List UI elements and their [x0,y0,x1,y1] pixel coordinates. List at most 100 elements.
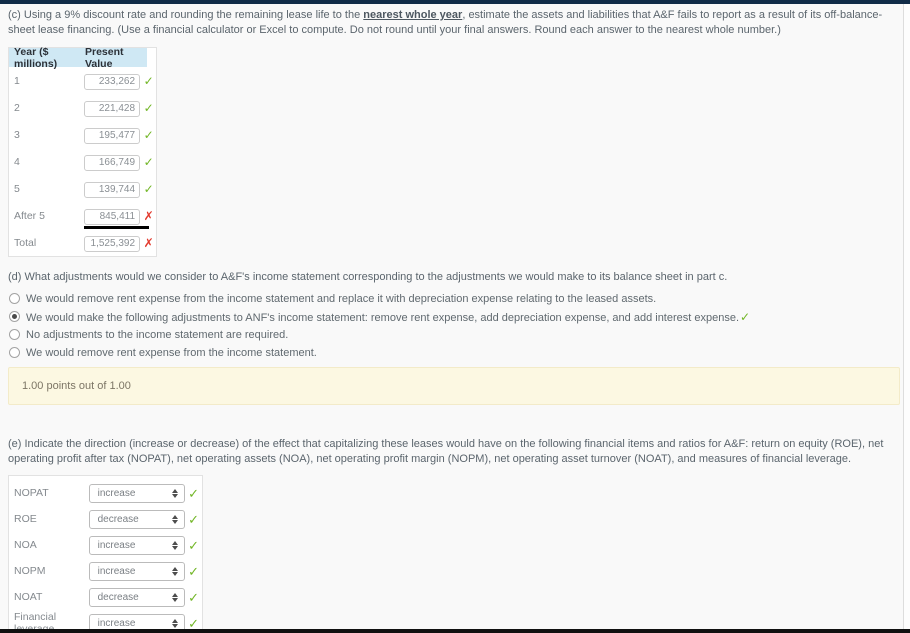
ratio-label: NOAT [14,591,43,603]
radio-option-label: No adjustments to the income statement a… [26,329,289,341]
incorrect-x-icon: ✗ [143,235,154,250]
correct-check-icon: ✓ [143,127,154,142]
ratio-label: NOPAT [14,487,49,499]
present-value-input-1[interactable] [84,73,141,90]
correct-check-icon: ✓ [188,615,199,631]
part-c-question: (c) Using a 9% discount rate and roundin… [8,8,900,38]
present-value-input-3[interactable] [84,127,141,144]
row-label: 1 [14,74,20,87]
nopm-direction-select[interactable]: increase [88,561,186,581]
correct-check-icon: ✓ [143,100,154,115]
select-stepper-icon [172,592,179,602]
part-d-question: (d) What adjustments would we consider t… [8,271,728,283]
radio-option-text: We would make the following adjustments … [26,312,740,324]
points-feedback-text: 1.00 points out of 1.00 [22,380,131,392]
column-header-result [147,48,156,67]
radio-option-2[interactable]: We would make the following adjustments … [8,310,895,325]
select-stepper-icon [172,514,179,524]
ratio-label: NOA [14,539,37,551]
radio-option-label: We would make the following adjustments … [26,310,750,325]
correct-check-icon: ✓ [188,485,199,501]
ratio-row-noa: NOA increase ✓ [9,532,202,558]
radio-button-unselected[interactable] [9,293,20,304]
radio-option-4[interactable]: We would remove rent expense from the in… [8,346,895,361]
present-value-input-total[interactable] [84,235,141,252]
ratio-label: ROE [14,513,37,525]
input-cell [84,152,141,171]
radio-option-3[interactable]: No adjustments to the income statement a… [8,328,895,343]
correct-check-icon: ✓ [740,310,751,324]
input-cell [84,125,141,144]
ratio-label: NOPM [14,565,46,577]
radio-button-unselected[interactable] [9,347,20,358]
table-row-year-4: 4 ✓ [9,148,156,175]
ratio-row-noat: NOAT decrease ✓ [9,584,202,610]
row-label: 5 [14,182,20,195]
row-label: Total [14,236,37,249]
ratio-effect-table: NOPAT increase ✓ ROE decrease ✓ NOA incr… [8,475,203,633]
selected-value: increase [97,539,136,551]
ratio-row-roe: ROE decrease ✓ [9,506,202,532]
present-value-input-2[interactable] [84,100,141,117]
present-value-table: Year ($ millions) Present Value 1 ✓ 2 ✓ [8,46,157,257]
input-cell [84,71,141,90]
radio-option-label: We would remove rent expense from the in… [26,293,657,305]
column-header-year: Year ($ millions) [9,46,85,70]
table-row-year-3: 3 ✓ [9,121,156,148]
select-stepper-icon [172,566,179,576]
part-e-question: (e) Indicate the direction (increase or … [8,438,884,465]
present-value-input-4[interactable] [84,154,141,171]
present-value-table-header: Year ($ millions) Present Value [9,46,156,70]
bottom-border-bar [0,629,910,633]
row-label: 3 [14,128,20,141]
correct-check-icon: ✓ [143,154,154,169]
table-row-year-1: 1 ✓ [9,67,156,94]
input-cell [84,98,141,117]
column-header-present-value: Present Value [85,46,147,70]
table-row-after-5: After 5 ✗ [9,202,156,229]
selected-value: increase [97,487,136,499]
select-stepper-icon [172,618,179,628]
radio-button-unselected[interactable] [9,329,20,340]
input-cell [84,233,141,252]
noat-direction-select[interactable]: decrease [88,587,186,607]
question-content: (c) Using a 9% discount rate and roundin… [0,4,903,633]
row-label: 2 [14,101,20,114]
noa-direction-select[interactable]: increase [88,535,186,555]
table-row-year-2: 2 ✓ [9,94,156,121]
selected-value: increase [97,565,136,577]
top-border-bar [0,0,910,4]
radio-option-1[interactable]: We would remove rent expense from the in… [8,292,895,307]
incorrect-x-icon: ✗ [143,208,154,223]
ratio-row-nopm: NOPM increase ✓ [9,558,202,584]
right-edge-strip [903,4,910,633]
correct-check-icon: ✓ [188,563,199,579]
selected-value: decrease [97,513,139,525]
table-row-year-5: 5 ✓ [9,175,156,202]
ratio-row-nopat: NOPAT increase ✓ [9,480,202,506]
selected-value: increase [97,617,136,629]
radio-button-selected[interactable] [9,311,20,322]
input-cell [84,179,141,198]
select-stepper-icon [172,540,179,550]
select-stepper-icon [172,488,179,498]
nopat-direction-select[interactable]: increase [88,483,186,503]
correct-check-icon: ✓ [188,537,199,553]
present-value-input-5[interactable] [84,181,141,198]
correct-check-icon: ✓ [143,73,154,88]
present-value-input-after-5[interactable] [84,208,141,225]
points-feedback-box: 1.00 points out of 1.00 [8,367,900,405]
row-label: After 5 [14,209,45,222]
table-row-total: Total ✗ [9,229,156,256]
part-c-question-prefix: (c) Using a 9% discount rate and roundin… [8,9,364,21]
selected-value: decrease [97,591,139,603]
roe-direction-select[interactable]: decrease [88,509,186,529]
correct-check-icon: ✓ [188,589,199,605]
row-label: 4 [14,155,20,168]
quiz-page: (c) Using a 9% discount rate and roundin… [0,0,910,633]
part-c-question-bold-term: nearest whole year [363,9,463,21]
part-d-section: (d) What adjustments would we consider t… [0,270,903,361]
radio-option-label: We would remove rent expense from the in… [26,347,317,359]
correct-check-icon: ✓ [188,511,199,527]
input-cell [84,206,141,225]
